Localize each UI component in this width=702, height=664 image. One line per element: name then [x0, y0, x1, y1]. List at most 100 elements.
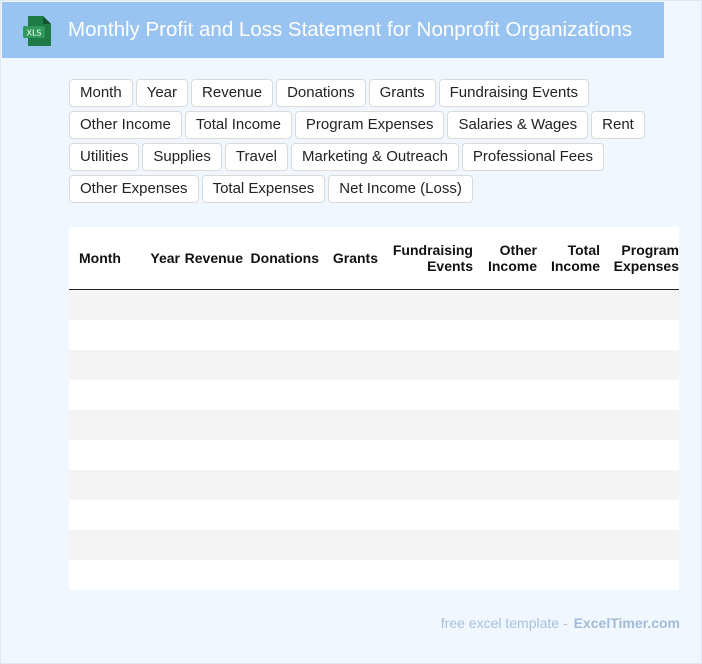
table-cell[interactable] [243, 470, 319, 500]
column-chip[interactable]: Marketing & Outreach [291, 143, 459, 171]
table-cell[interactable] [243, 440, 319, 470]
table-cell[interactable] [537, 500, 600, 530]
table-cell[interactable] [473, 500, 537, 530]
column-chip[interactable]: Donations [276, 79, 366, 107]
table-cell[interactable] [243, 320, 319, 350]
table-cell[interactable] [180, 440, 243, 470]
table-cell[interactable] [378, 289, 473, 320]
table-cell[interactable] [473, 410, 537, 440]
table-cell[interactable] [537, 440, 600, 470]
column-chip[interactable]: Other Income [69, 111, 182, 139]
column-header[interactable]: Program Expenses [600, 227, 679, 290]
table-cell[interactable] [69, 410, 135, 440]
column-chip[interactable]: Grants [368, 79, 436, 107]
table-cell[interactable] [537, 350, 600, 380]
column-header[interactable]: Donations [243, 227, 319, 290]
table-cell[interactable] [600, 289, 679, 320]
column-chip[interactable]: Rent [591, 111, 645, 139]
column-chip[interactable]: Professional Fees [461, 143, 604, 171]
table-cell[interactable] [69, 440, 135, 470]
table-cell[interactable] [180, 500, 243, 530]
table-cell[interactable] [378, 470, 473, 500]
table-cell[interactable] [378, 410, 473, 440]
column-header[interactable]: Year [135, 227, 180, 290]
table-cell[interactable] [69, 380, 135, 410]
column-chip[interactable]: Salaries & Wages [447, 111, 589, 139]
column-header[interactable]: Total Income [537, 227, 600, 290]
table-cell[interactable] [180, 350, 243, 380]
table-cell[interactable] [473, 380, 537, 410]
table-cell[interactable] [180, 470, 243, 500]
table-cell[interactable] [180, 380, 243, 410]
column-chip[interactable]: Year [135, 79, 189, 107]
table-cell[interactable] [473, 530, 537, 560]
column-chip[interactable]: Travel [224, 143, 289, 171]
table-cell[interactable] [243, 380, 319, 410]
table-cell[interactable] [537, 560, 600, 590]
table-cell[interactable] [319, 380, 378, 410]
table-cell[interactable] [180, 320, 243, 350]
column-chip[interactable]: Program Expenses [294, 111, 445, 139]
table-cell[interactable] [180, 530, 243, 560]
table-cell[interactable] [537, 380, 600, 410]
table-cell[interactable] [319, 410, 378, 440]
table-cell[interactable] [319, 440, 378, 470]
table-cell[interactable] [537, 530, 600, 560]
table-cell[interactable] [378, 440, 473, 470]
table-cell[interactable] [319, 470, 378, 500]
table-cell[interactable] [243, 560, 319, 590]
column-chip[interactable]: Fundraising Events [438, 79, 590, 107]
column-chip[interactable]: Revenue [191, 79, 274, 107]
column-chip[interactable]: Utilities [69, 143, 140, 171]
column-chip[interactable]: Month [69, 79, 133, 107]
table-cell[interactable] [135, 560, 180, 590]
table-cell[interactable] [600, 380, 679, 410]
table-cell[interactable] [378, 560, 473, 590]
table-cell[interactable] [319, 320, 378, 350]
column-header[interactable]: Revenue [180, 227, 243, 290]
table-cell[interactable] [473, 440, 537, 470]
table-cell[interactable] [135, 320, 180, 350]
column-header[interactable]: Fundraising Events [378, 227, 473, 290]
table-cell[interactable] [69, 350, 135, 380]
table-cell[interactable] [600, 560, 679, 590]
table-cell[interactable] [135, 440, 180, 470]
table-cell[interactable] [243, 410, 319, 440]
table-cell[interactable] [69, 530, 135, 560]
column-chip[interactable]: Total Expenses [201, 175, 326, 203]
table-cell[interactable] [135, 530, 180, 560]
table-cell[interactable] [319, 350, 378, 380]
column-chip[interactable]: Other Expenses [69, 175, 199, 203]
table-cell[interactable] [600, 470, 679, 500]
table-cell[interactable] [473, 289, 537, 320]
table-cell[interactable] [378, 530, 473, 560]
table-cell[interactable] [600, 500, 679, 530]
table-cell[interactable] [600, 440, 679, 470]
table-cell[interactable] [319, 530, 378, 560]
table-cell[interactable] [378, 380, 473, 410]
table-cell[interactable] [378, 500, 473, 530]
table-cell[interactable] [135, 289, 180, 320]
table-cell[interactable] [243, 500, 319, 530]
column-chip[interactable]: Supplies [142, 143, 222, 171]
table-cell[interactable] [180, 560, 243, 590]
table-cell[interactable] [243, 289, 319, 320]
table-cell[interactable] [135, 350, 180, 380]
table-cell[interactable] [319, 560, 378, 590]
table-cell[interactable] [600, 410, 679, 440]
table-cell[interactable] [243, 530, 319, 560]
table-cell[interactable] [537, 289, 600, 320]
table-cell[interactable] [473, 320, 537, 350]
table-cell[interactable] [473, 350, 537, 380]
table-cell[interactable] [180, 289, 243, 320]
table-cell[interactable] [537, 320, 600, 350]
table-cell[interactable] [378, 350, 473, 380]
table-cell[interactable] [600, 530, 679, 560]
column-header[interactable]: Grants [319, 227, 378, 290]
table-cell[interactable] [69, 289, 135, 320]
table-cell[interactable] [537, 410, 600, 440]
footer-brand-link[interactable]: ExcelTimer.com [574, 615, 680, 631]
column-chip[interactable]: Net Income (Loss) [328, 175, 473, 203]
table-cell[interactable] [69, 500, 135, 530]
table-cell[interactable] [135, 500, 180, 530]
